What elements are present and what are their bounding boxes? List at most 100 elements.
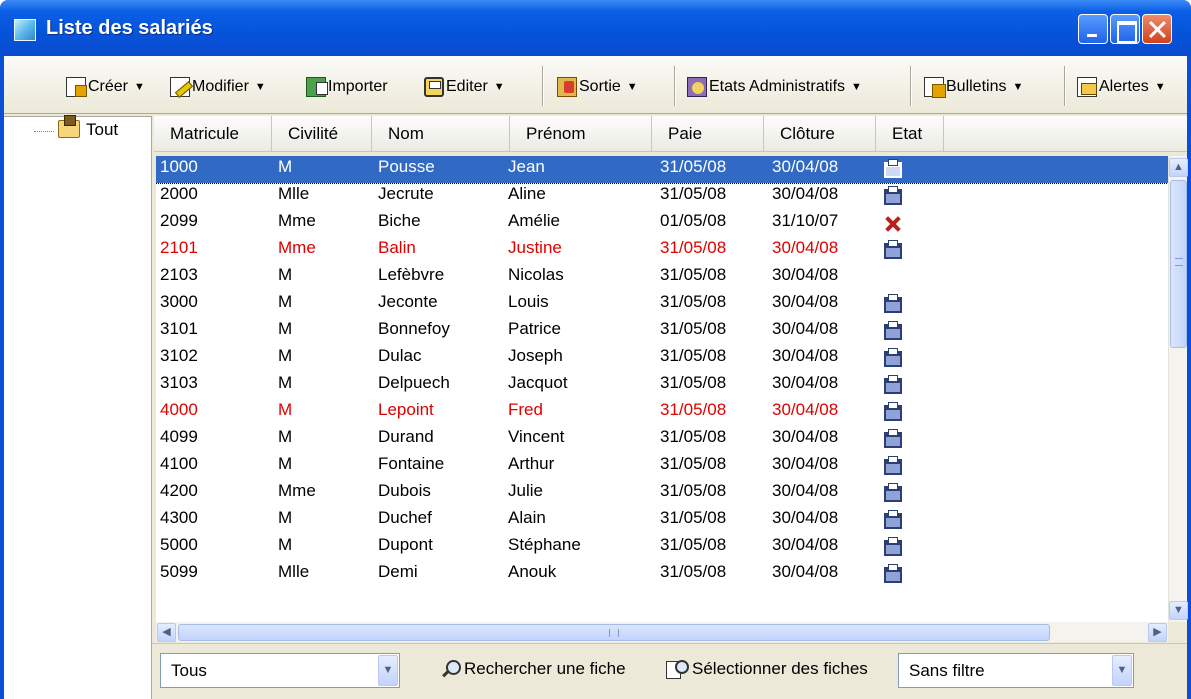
cell-matricule: 3101 (160, 319, 198, 338)
column-header-matricule[interactable]: Matricule (154, 116, 272, 152)
modify-dropdown-arrow-icon[interactable]: ▼ (255, 81, 266, 93)
cell-cloture: 30/04/08 (772, 400, 839, 419)
select-records-button[interactable]: Sélectionner des fiches (666, 656, 868, 682)
cell-civilite: M (278, 265, 293, 284)
cell-nom: Fontaine (378, 454, 445, 473)
payslips-dropdown-arrow-icon[interactable]: ▼ (1012, 81, 1023, 93)
printer-status-icon (884, 186, 902, 205)
cell-matricule: 3102 (160, 346, 198, 365)
column-header-etat[interactable]: Etat (876, 116, 944, 152)
scroll-up-icon[interactable]: ▲ (1169, 158, 1188, 177)
edit-dropdown-arrow-icon[interactable]: ▼ (494, 81, 505, 93)
cell-nom: Biche (378, 211, 421, 230)
cell-prenom: Jacquot (508, 373, 568, 392)
cell-matricule: 5000 (160, 535, 198, 554)
cell-paie: 31/05/08 (660, 454, 727, 473)
admin-reports-dropdown-arrow-icon[interactable]: ▼ (851, 81, 862, 93)
vertical-scrollbar[interactable]: ▲ ▼ (1168, 156, 1188, 622)
filter-select[interactable]: Sans filtre ▼ (898, 653, 1134, 688)
search-record-label: Rechercher une fiche (464, 659, 626, 678)
table-row[interactable]: 2101 Mme Balin Justine 31/05/08 30/04/08 (156, 237, 1168, 264)
scroll-left-icon[interactable]: ◀ (157, 623, 176, 642)
scroll-down-icon[interactable]: ▼ (1169, 601, 1188, 620)
cell-prenom: Amélie (508, 211, 560, 230)
folder-icon (58, 115, 80, 138)
table-row[interactable]: 4000 M Lepoint Fred 31/05/08 30/04/08 (156, 399, 1168, 426)
category-tree: Tout (4, 115, 152, 699)
cell-matricule: 4099 (160, 427, 198, 446)
column-header-cloture[interactable]: Clôture (764, 116, 876, 152)
edit-pencil-icon (170, 77, 190, 97)
table-row[interactable]: 2103 M Lefèbvre Nicolas 31/05/08 30/04/08 (156, 264, 1168, 291)
cell-civilite: M (278, 157, 293, 176)
alerts-button[interactable]: Alertes ▼ (1077, 74, 1166, 100)
modify-button[interactable]: Modifier ▼ (170, 74, 266, 100)
printer-status-icon (884, 429, 902, 448)
table-row[interactable]: 2000 Mlle Jecrute Aline 31/05/08 30/04/08 (156, 183, 1168, 210)
printer-status-icon (884, 483, 902, 502)
cell-civilite: M (278, 400, 293, 419)
alerts-dropdown-arrow-icon[interactable]: ▼ (1155, 81, 1166, 93)
payslips-button[interactable]: Bulletins ▼ (924, 74, 1023, 100)
application-window: Liste des salariés Créer ▼ Modifier ▼ Im… (0, 0, 1191, 699)
horizontal-scrollbar[interactable]: ◀ ▶ (156, 622, 1168, 642)
table-row[interactable]: 4300 M Duchef Alain 31/05/08 30/04/08 (156, 507, 1168, 534)
create-dropdown-arrow-icon[interactable]: ▼ (134, 81, 145, 93)
table-row[interactable]: 4200 Mme Dubois Julie 31/05/08 30/04/08 (156, 480, 1168, 507)
cell-nom: Balin (378, 238, 416, 257)
admin-reports-button[interactable]: Etats Administratifs ▼ (687, 74, 862, 100)
table-row[interactable]: 4100 M Fontaine Arthur 31/05/08 30/04/08 (156, 453, 1168, 480)
title-bar[interactable]: Liste des salariés (0, 0, 1191, 56)
scroll-right-icon[interactable]: ▶ (1148, 623, 1167, 642)
minimize-button[interactable] (1078, 14, 1108, 44)
cell-paie: 31/05/08 (660, 535, 727, 554)
create-button[interactable]: Créer ▼ (66, 74, 145, 100)
column-header-prenom[interactable]: Prénom (510, 116, 652, 152)
bottom-bar: Tous ▼ Rechercher une fiche Sélectionner… (152, 643, 1187, 699)
column-header-paie[interactable]: Paie (652, 116, 764, 152)
cell-cloture: 30/04/08 (772, 346, 839, 365)
edit-print-button[interactable]: Editer ▼ (424, 74, 505, 100)
search-icon (440, 659, 461, 679)
chevron-down-icon[interactable]: ▼ (1112, 655, 1132, 686)
cell-cloture: 30/04/08 (772, 292, 839, 311)
cell-cloture: 30/04/08 (772, 427, 839, 446)
table-row[interactable]: 3102 M Dulac Joseph 31/05/08 30/04/08 (156, 345, 1168, 372)
cell-nom: Dulac (378, 346, 422, 365)
close-button[interactable] (1142, 14, 1172, 44)
table-row[interactable]: 4099 M Durand Vincent 31/05/08 30/04/08 (156, 426, 1168, 453)
scope-select[interactable]: Tous ▼ (160, 653, 400, 688)
table-row[interactable]: 3103 M Delpuech Jacquot 31/05/08 30/04/08 (156, 372, 1168, 399)
tree-item-all[interactable]: Tout (86, 120, 118, 140)
table-row[interactable]: 5099 Mlle Demi Anouk 31/05/08 30/04/08 (156, 561, 1168, 588)
cell-prenom: Jean (508, 157, 545, 176)
table-row[interactable]: 1000 M Pousse Jean 31/05/08 30/04/08 (156, 156, 1168, 184)
import-icon (306, 77, 328, 97)
exit-dropdown-arrow-icon[interactable]: ▼ (627, 81, 638, 93)
table-row[interactable]: 2099 Mme Biche Amélie 01/05/08 31/10/07 (156, 210, 1168, 237)
cell-paie: 31/05/08 (660, 292, 727, 311)
horizontal-scroll-thumb[interactable] (178, 624, 1050, 641)
maximize-button[interactable] (1110, 14, 1140, 44)
column-header-nom[interactable]: Nom (372, 116, 510, 152)
cell-civilite: M (278, 292, 293, 311)
search-record-button[interactable]: Rechercher une fiche (440, 656, 626, 682)
cell-nom: Bonnefoy (378, 319, 450, 338)
cell-cloture: 30/04/08 (772, 454, 839, 473)
cell-matricule: 2103 (160, 265, 198, 284)
chevron-down-icon[interactable]: ▼ (378, 655, 398, 686)
cell-matricule: 4000 (160, 400, 198, 419)
exit-button[interactable]: Sortie ▼ (557, 74, 638, 100)
window-title: Liste des salariés (46, 17, 213, 39)
import-button[interactable]: Importer (306, 74, 388, 100)
cell-prenom: Alain (508, 508, 546, 527)
cell-matricule: 2000 (160, 184, 198, 203)
table-row[interactable]: 5000 M Dupont Stéphane 31/05/08 30/04/08 (156, 534, 1168, 561)
table-row[interactable]: 3101 M Bonnefoy Patrice 31/05/08 30/04/08 (156, 318, 1168, 345)
cell-cloture: 30/04/08 (772, 562, 839, 581)
filter-select-value: Sans filtre (909, 661, 985, 680)
printer-status-icon (884, 159, 902, 178)
table-row[interactable]: 3000 M Jeconte Louis 31/05/08 30/04/08 (156, 291, 1168, 318)
column-header-civilite[interactable]: Civilité (272, 116, 372, 152)
vertical-scroll-thumb[interactable] (1170, 180, 1187, 348)
